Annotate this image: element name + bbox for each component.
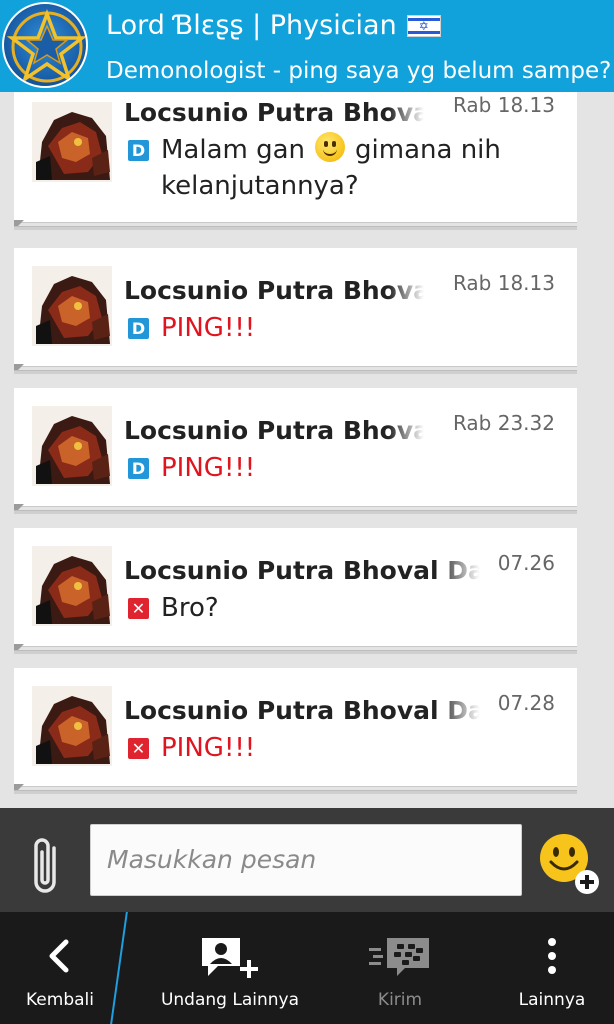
back-button[interactable]: Kembali	[0, 912, 120, 1024]
message-time: 07.28	[497, 691, 555, 715]
sender-name: Locsunio Putra Bhoval	[124, 276, 424, 305]
sender-avatar	[32, 546, 112, 626]
israel-flag-icon: ✡	[406, 15, 441, 37]
sender-avatar	[32, 406, 112, 486]
failed-status-icon: ✕	[128, 738, 149, 759]
message-input[interactable]: Masukkan pesan	[90, 824, 522, 896]
sender-name: Locsunio Putra Bhoval Dae	[124, 556, 480, 585]
message-body: D PING!!!	[128, 310, 547, 346]
message-list[interactable]: Locsunio Putra Bhoval Rab 18.13 D Malam …	[0, 92, 614, 808]
bubble-tail	[14, 504, 24, 514]
bubble-tail	[14, 220, 24, 230]
chat-header[interactable]: Lord Ɓlɛʂʂ | Physician ✡ Demonologist - …	[0, 0, 614, 92]
message-body: D PING!!!	[128, 450, 547, 486]
sender-avatar	[32, 102, 112, 182]
message-text: Bro?	[161, 593, 219, 623]
chat-status-message: Demonologist - ping saya yg belum sampe?	[106, 58, 612, 84]
paperclip-icon[interactable]	[26, 834, 66, 898]
invite-more-label: Undang Lainnya	[160, 990, 300, 1010]
message-bubble[interactable]: Locsunio Putra Bhoval Rab 23.32 D PING!!…	[14, 388, 577, 514]
message-time: Rab 18.13	[452, 93, 555, 117]
failed-status-icon: ✕	[128, 598, 149, 619]
bottom-action-bar: Kembali Undang Lainnya Kirim Lainnya	[0, 912, 614, 1024]
message-body: ✕ Bro?	[128, 590, 547, 626]
message-body: D Malam gan gimana nih kelanjutannya?	[128, 132, 547, 204]
bubble-tail	[14, 644, 24, 654]
chevron-left-icon	[49, 939, 69, 973]
message-composer: Masukkan pesan	[0, 808, 614, 912]
pentagram-icon	[6, 9, 86, 84]
more-vertical-icon	[548, 938, 556, 974]
sender-name: Locsunio Putra Bhoval	[124, 98, 424, 127]
more-button[interactable]: Lainnya	[494, 912, 610, 1024]
bubble-tail	[14, 784, 24, 794]
message-time: Rab 18.13	[452, 271, 555, 295]
bubble-tail	[14, 364, 24, 374]
delivered-status-icon: D	[128, 318, 149, 339]
send-button[interactable]: Kirim	[330, 912, 470, 1024]
message-bubble[interactable]: Locsunio Putra Bhoval Rab 18.13 D Malam …	[14, 92, 577, 230]
message-text: PING!!!	[161, 453, 256, 483]
contact-avatar[interactable]	[2, 2, 88, 88]
bbm-send-icon	[369, 938, 429, 976]
message-text: Malam gan gimana nih kelanjutannya?	[161, 132, 547, 204]
sender-name: Locsunio Putra Bhoval Dae	[124, 696, 480, 725]
message-text-part: Malam gan	[161, 135, 306, 165]
send-label: Kirim	[377, 990, 423, 1010]
message-time: 07.26	[497, 551, 555, 575]
sender-name: Locsunio Putra Bhoval	[124, 416, 424, 445]
more-label: Lainnya	[518, 990, 586, 1010]
message-body: ✕ PING!!!	[128, 730, 547, 766]
delivered-status-icon: D	[128, 140, 149, 161]
delivered-status-icon: D	[128, 458, 149, 479]
message-time: Rab 23.32	[452, 411, 555, 435]
sender-avatar	[32, 266, 112, 346]
message-text: PING!!!	[161, 733, 256, 763]
message-bubble[interactable]: Locsunio Putra Bhoval Dae 07.26 ✕ Bro?	[14, 528, 577, 654]
message-bubble[interactable]: Locsunio Putra Bhoval Dae 07.28 ✕ PING!!…	[14, 668, 577, 794]
message-text: PING!!!	[161, 313, 256, 343]
header-title-row: Lord Ɓlɛʂʂ | Physician ✡	[106, 8, 441, 44]
smile-emoji-icon	[315, 132, 346, 162]
back-label: Kembali	[26, 990, 94, 1010]
invite-more-button[interactable]: Undang Lainnya	[140, 912, 320, 1024]
message-bubble[interactable]: Locsunio Putra Bhoval Rab 18.13 D PING!!…	[14, 248, 577, 374]
emoji-add-icon[interactable]	[536, 828, 604, 898]
chat-title: Lord Ɓlɛʂʂ | Physician	[106, 10, 397, 41]
invite-contact-icon	[202, 938, 258, 978]
sender-avatar	[32, 686, 112, 766]
